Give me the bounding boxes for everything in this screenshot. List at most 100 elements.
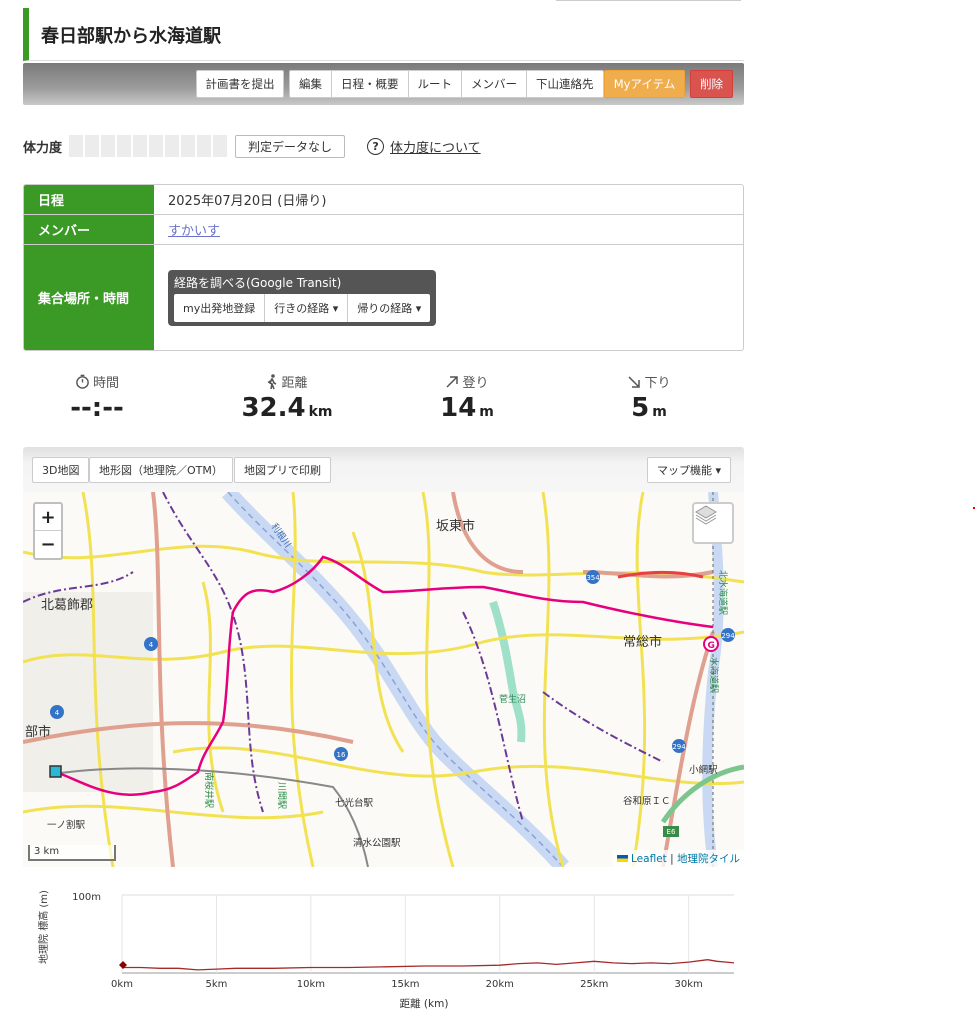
route-4-shield: 4 (149, 641, 154, 649)
svg-text:一ノ割駅: 一ノ割駅 (47, 819, 86, 831)
schedule-label: 日程 (24, 185, 154, 214)
elevation-line (122, 959, 735, 971)
svg-text:谷和原ＩＣ: 谷和原ＩＣ (623, 796, 671, 807)
leaflet-link[interactable]: Leaflet (631, 853, 667, 865)
route-map[interactable]: G 4 4 16 354 294 294 E6 坂東市 北葛飾郡 常総市 部市 … (23, 492, 744, 867)
terrain-map-button[interactable]: 地形図（地理院／OTM） (89, 457, 233, 483)
x-tick-label: 15km (391, 979, 419, 990)
ascent-value: 14 (440, 393, 477, 423)
map-scale: 3 km (28, 845, 116, 861)
map-3d-button[interactable]: 3D地図 (32, 457, 90, 483)
my-items-button[interactable]: Myアイテム (604, 70, 685, 98)
delete-button[interactable]: 削除 (690, 70, 733, 98)
fitness-row: 体力度 判定データなし ? 体力度について (23, 133, 744, 159)
top-divider (556, 0, 741, 1)
meeting-label: 集合場所・時間 (24, 245, 154, 350)
stat-ascent: 登り 14 m (440, 375, 494, 423)
x-tick-label: 30km (675, 979, 703, 990)
svg-text:294: 294 (672, 743, 686, 751)
layers-icon (695, 505, 717, 525)
fitness-meter (69, 135, 227, 157)
svg-text:4: 4 (55, 709, 60, 717)
page-title: 春日部駅から水海道駅 (41, 26, 221, 47)
svg-text:G: G (708, 641, 715, 651)
svg-text:354: 354 (586, 574, 600, 582)
x-tick-label: 20km (486, 979, 514, 990)
svg-text:16: 16 (337, 751, 346, 759)
stray-marker (973, 507, 975, 509)
zoom-in-button[interactable]: + (35, 504, 61, 531)
transit-register-button[interactable]: my出発地登録 (174, 293, 266, 322)
time-value: --:-- (70, 393, 124, 423)
svg-text:川間駅: 川間駅 (276, 782, 287, 809)
route-button[interactable]: ルート (409, 71, 462, 97)
print-map-button[interactable]: 地図プリで印刷 (234, 457, 331, 483)
fitness-help-link[interactable]: 体力度について (390, 137, 481, 156)
layers-button[interactable] (692, 502, 734, 544)
contact-button[interactable]: 下山連絡先 (527, 71, 603, 97)
map-tiles: G 4 4 16 354 294 294 E6 坂東市 北葛飾郡 常総市 部市 … (23, 492, 744, 867)
zoom-out-button[interactable]: − (35, 531, 61, 558)
transit-panel: 経路を調べる(Google Transit) my出発地登録 行きの経路 ▾ 帰… (168, 269, 437, 326)
svg-text:七光台駅: 七光台駅 (335, 797, 374, 809)
label-kitakatsushika: 北葛飾郡 (41, 598, 93, 613)
y-axis-label: 地理院 標高 (m) (37, 890, 50, 964)
submit-plan-button[interactable]: 計画書を提出 (196, 70, 284, 98)
meeting-row: 集合場所・時間 経路を調べる(Google Transit) my出発地登録 行… (24, 245, 743, 350)
plan-nav-group: 編集 日程・概要 ルート メンバー 下山連絡先 (289, 70, 604, 98)
plan-info-table: 日程 2025年07月20日 (日帰り) メンバー すかいす 集合場所・時間 経… (23, 184, 744, 351)
elevation-chart: 地理院 標高 (m) 100m 距離 (km) 0km 5km 10km 15km 20… (37, 890, 735, 1010)
fitness-label: 体力度 (23, 140, 63, 156)
fitness-help[interactable]: ? 体力度について (367, 137, 481, 156)
descent-value: 5 (631, 393, 650, 423)
label-bando: 坂東市 (436, 518, 475, 534)
svg-text:清水公園駅: 清水公園駅 (353, 837, 401, 849)
map-toolbar: 3D地図 地形図（地理院／OTM） 地図プリで印刷 マップ機能 ▾ (23, 447, 744, 492)
zoom-control: + − (33, 502, 63, 560)
svg-text:E6: E6 (667, 828, 676, 836)
distance-value: 32.4 (241, 393, 306, 423)
stat-descent: 下り 5m (579, 372, 719, 423)
svg-text:南桜井駅: 南桜井駅 (203, 772, 215, 808)
transit-return-dropdown[interactable]: 帰りの経路 ▾ (348, 294, 430, 322)
edit-button[interactable]: 編集 (290, 71, 332, 97)
question-circle-icon: ? (367, 137, 385, 155)
x-axis-label: 距離 (km) (400, 997, 449, 1010)
map-attribution: Leaflet | 地理院タイル (613, 850, 744, 867)
x-tick-label: 25km (580, 979, 608, 990)
label-joso: 常総市 (623, 634, 662, 650)
elevation-profile: 地理院 標高 (m) 100m 距離 (km) 0km 5km 10km 15km 20… (23, 885, 744, 1020)
members-label: メンバー (24, 215, 154, 244)
members-button[interactable]: メンバー (462, 71, 527, 97)
stat-distance: 距離 32.4 km (217, 372, 357, 423)
map-features-dropdown[interactable]: マップ機能 ▾ (647, 457, 732, 483)
flag-icon (617, 855, 629, 862)
arrow-down-right-icon (628, 375, 641, 388)
transit-title: 経路を調べる(Google Transit) (174, 275, 342, 290)
svg-text:菅生沼: 菅生沼 (499, 693, 526, 705)
member-link[interactable]: すかいす (168, 220, 220, 239)
gsi-tiles-link[interactable]: 地理院タイル (677, 853, 740, 865)
y-tick-label: 100m (72, 892, 101, 903)
svg-text:小網駅: 小網駅 (689, 764, 718, 776)
x-tick-label: 10km (297, 979, 325, 990)
schedule-row: 日程 2025年07月20日 (日帰り) (24, 185, 743, 215)
svg-text:水海道駅: 水海道駅 (708, 657, 720, 693)
members-row: メンバー すかいす (24, 215, 743, 245)
walker-icon (268, 373, 277, 389)
arrow-up-right-icon (446, 375, 459, 388)
svg-text:294: 294 (721, 632, 735, 640)
schedule-button[interactable]: 日程・概要 (332, 71, 409, 97)
x-tick-label: 5km (205, 979, 227, 990)
stat-time: 時間 --:-- (27, 372, 167, 423)
route-stats: 時間 --:-- 距離 32.4 km 登り 14 m 下り 5m (23, 372, 744, 432)
svg-text:北水海道駅: 北水海道駅 (717, 570, 729, 615)
schedule-value: 2025年07月20日 (日帰り) (168, 194, 327, 209)
page-header: 春日部駅から水海道駅 (23, 8, 744, 61)
x-tick-label: 0km (111, 979, 133, 990)
fitness-verdict: 判定データなし (235, 134, 346, 158)
stopwatch-icon (76, 374, 89, 389)
plan-toolbar: 計画書を提出 編集 日程・概要 ルート メンバー 下山連絡先 Myアイテム 削除 (23, 63, 744, 105)
label-kasukabe: 部市 (25, 724, 51, 740)
transit-outbound-dropdown[interactable]: 行きの経路 ▾ (265, 293, 349, 322)
